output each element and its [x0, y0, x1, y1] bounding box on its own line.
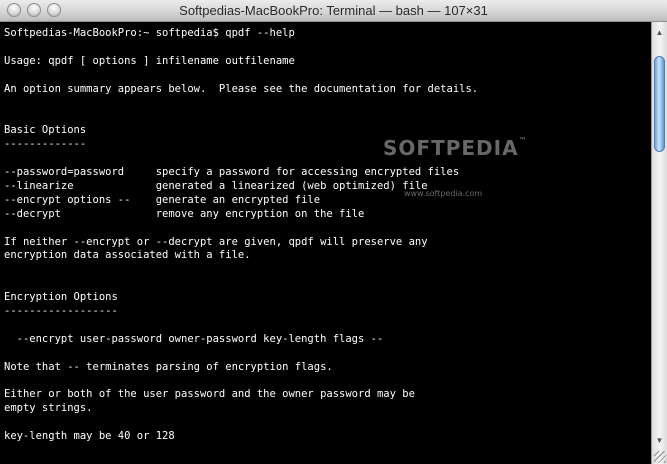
terminal-line: ------------------ [4, 305, 118, 317]
title-bar[interactable]: Softpedias-MacBookPro: Terminal — bash —… [0, 0, 667, 22]
terminal-line: key-length may be 40 or 128 [4, 430, 175, 443]
terminal-line: Either or both of the user password and … [4, 388, 415, 401]
watermark-url: www.softpedia.com [404, 189, 483, 198]
resize-grip-icon[interactable] [654, 451, 666, 463]
terminal-line: Note that -- terminates parsing of encry… [4, 360, 333, 373]
scroll-thumb[interactable] [654, 56, 665, 152]
vertical-scrollbar[interactable]: ▲ ▼ [651, 22, 667, 464]
terminal-output[interactable]: Softpedias-MacBookPro:~ softpedia$ qpdf … [0, 22, 651, 464]
terminal-line: Encryption Options [4, 291, 118, 304]
window-title: Softpedias-MacBookPro: Terminal — bash —… [179, 3, 488, 18]
terminal-line: --password=password specify a password f… [4, 166, 460, 178]
terminal-line: --linearize generated a linearized (web … [4, 179, 428, 192]
scroll-up-icon[interactable]: ▲ [654, 26, 665, 38]
terminal-line: --encrypt options -- generate an encrypt… [4, 193, 321, 206]
terminal-line: --encrypt user-password owner-password k… [4, 332, 384, 345]
terminal-window: Softpedias-MacBookPro: Terminal — bash —… [0, 0, 667, 464]
terminal-line: Usage: qpdf [ options ] infilename outfi… [4, 54, 295, 67]
terminal-line: If neither --encrypt or --decrypt are gi… [4, 235, 428, 248]
softpedia-watermark: SOFTPEDIA™ [383, 136, 528, 160]
terminal-line: An option summary appears below. Please … [4, 82, 479, 95]
terminal-line: Basic Options [4, 124, 87, 137]
terminal-line: --decrypt remove any encryption on the f… [4, 207, 365, 220]
terminal-line: encryption data associated with a file. [4, 249, 251, 262]
scroll-down-icon[interactable]: ▼ [654, 434, 665, 446]
terminal-line: empty strings. [4, 402, 93, 415]
terminal-line: ------------- [4, 138, 87, 151]
terminal-line: Softpedias-MacBookPro:~ softpedia$ qpdf … [4, 27, 295, 39]
